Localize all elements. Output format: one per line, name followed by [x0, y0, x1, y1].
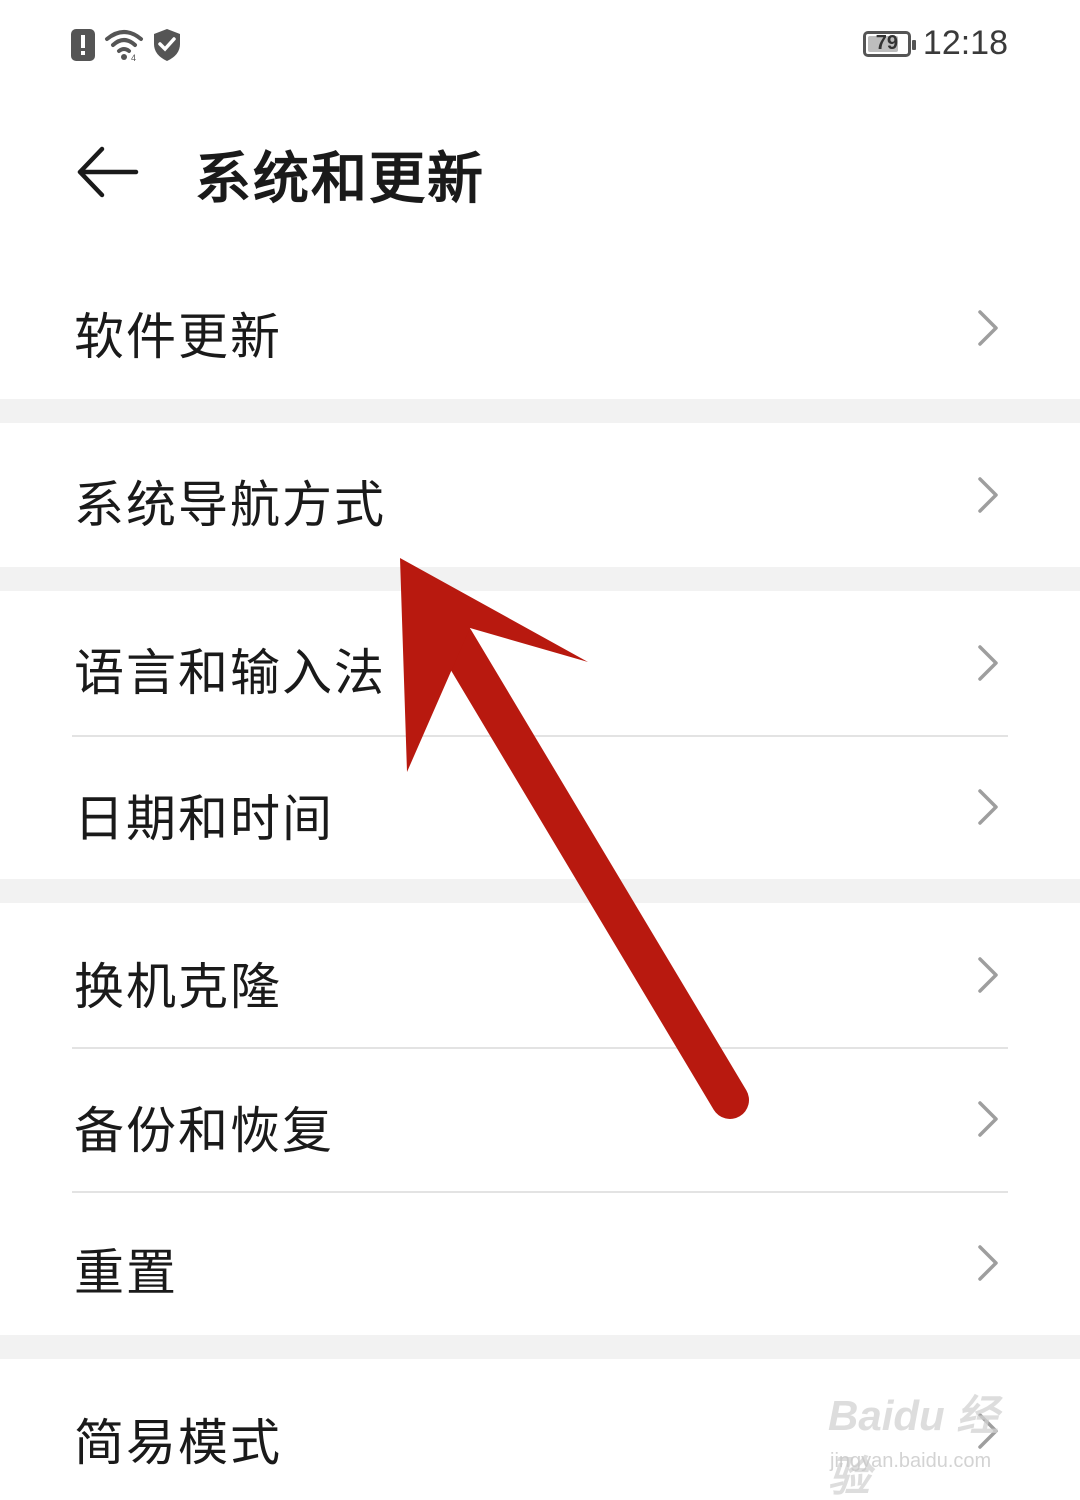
- group-gap: [0, 879, 1080, 903]
- chevron-right-icon: [978, 310, 998, 346]
- chevron-right-icon: [978, 957, 998, 993]
- menu-item-label: 换机克隆: [74, 958, 282, 1016]
- shield-icon: [154, 29, 180, 61]
- page-title: 系统和更新: [195, 147, 485, 212]
- baidu-watermark: Baidu 经验 jingyan.baidu.com: [828, 1372, 1028, 1500]
- menu-item-backup-restore[interactable]: 备份和恢复: [0, 1047, 1080, 1191]
- menu-item-system-navigation[interactable]: 系统导航方式: [0, 423, 1080, 567]
- battery-icon: 79: [862, 30, 916, 57]
- clock: 12:18: [922, 24, 1008, 62]
- menu-item-reset[interactable]: 重置: [0, 1191, 1080, 1335]
- status-right: 79 12:18: [862, 24, 1008, 63]
- chevron-right-icon: [978, 789, 998, 825]
- menu-item-label: 重置: [74, 1244, 178, 1302]
- chevron-right-icon: [978, 477, 998, 513]
- chevron-right-icon: [978, 1101, 998, 1137]
- menu-item-language-input[interactable]: 语言和输入法: [0, 591, 1080, 735]
- group-gap: [0, 399, 1080, 423]
- header: 系统和更新: [0, 92, 1080, 257]
- arrow-left-icon[interactable]: [72, 137, 142, 207]
- menu-item-label: 日期和时间: [74, 790, 334, 848]
- menu-item-label: 系统导航方式: [74, 476, 386, 534]
- menu-item-phone-clone[interactable]: 换机克隆: [0, 903, 1080, 1047]
- watermark-brand: Baidu 经验: [828, 1392, 999, 1500]
- watermark-url: jingyan.baidu.com: [830, 1450, 992, 1472]
- status-icons: 4: [70, 28, 182, 62]
- svg-text:4: 4: [131, 53, 136, 62]
- alert-icon: [71, 29, 95, 61]
- battery-level: 79: [875, 32, 899, 54]
- menu-item-label: 备份和恢复: [74, 1102, 334, 1160]
- status-bar: 4 79 12:18: [0, 0, 1080, 92]
- menu-item-software-update[interactable]: 软件更新: [0, 257, 1080, 399]
- menu-item-label: 语言和输入法: [74, 644, 386, 702]
- menu-item-label: 简易模式: [74, 1414, 282, 1472]
- group-gap: [0, 567, 1080, 591]
- settings-page: 4 79 12:18 系统和更新 软件更新 系统导航方式 语言和输入法 日期和时…: [0, 0, 1080, 1500]
- group-gap: [0, 1335, 1080, 1359]
- menu-item-label: 软件更新: [74, 308, 282, 366]
- wifi-icon: 4: [105, 30, 143, 62]
- chevron-right-icon: [978, 645, 998, 681]
- group-update: 软件更新: [0, 257, 1080, 399]
- menu-item-date-time[interactable]: 日期和时间: [0, 735, 1080, 879]
- chevron-right-icon: [978, 1245, 998, 1281]
- group-data: 换机克隆 备份和恢复 重置: [0, 903, 1080, 1335]
- group-navigation: 系统导航方式: [0, 423, 1080, 567]
- group-language-date: 语言和输入法 日期和时间: [0, 591, 1080, 879]
